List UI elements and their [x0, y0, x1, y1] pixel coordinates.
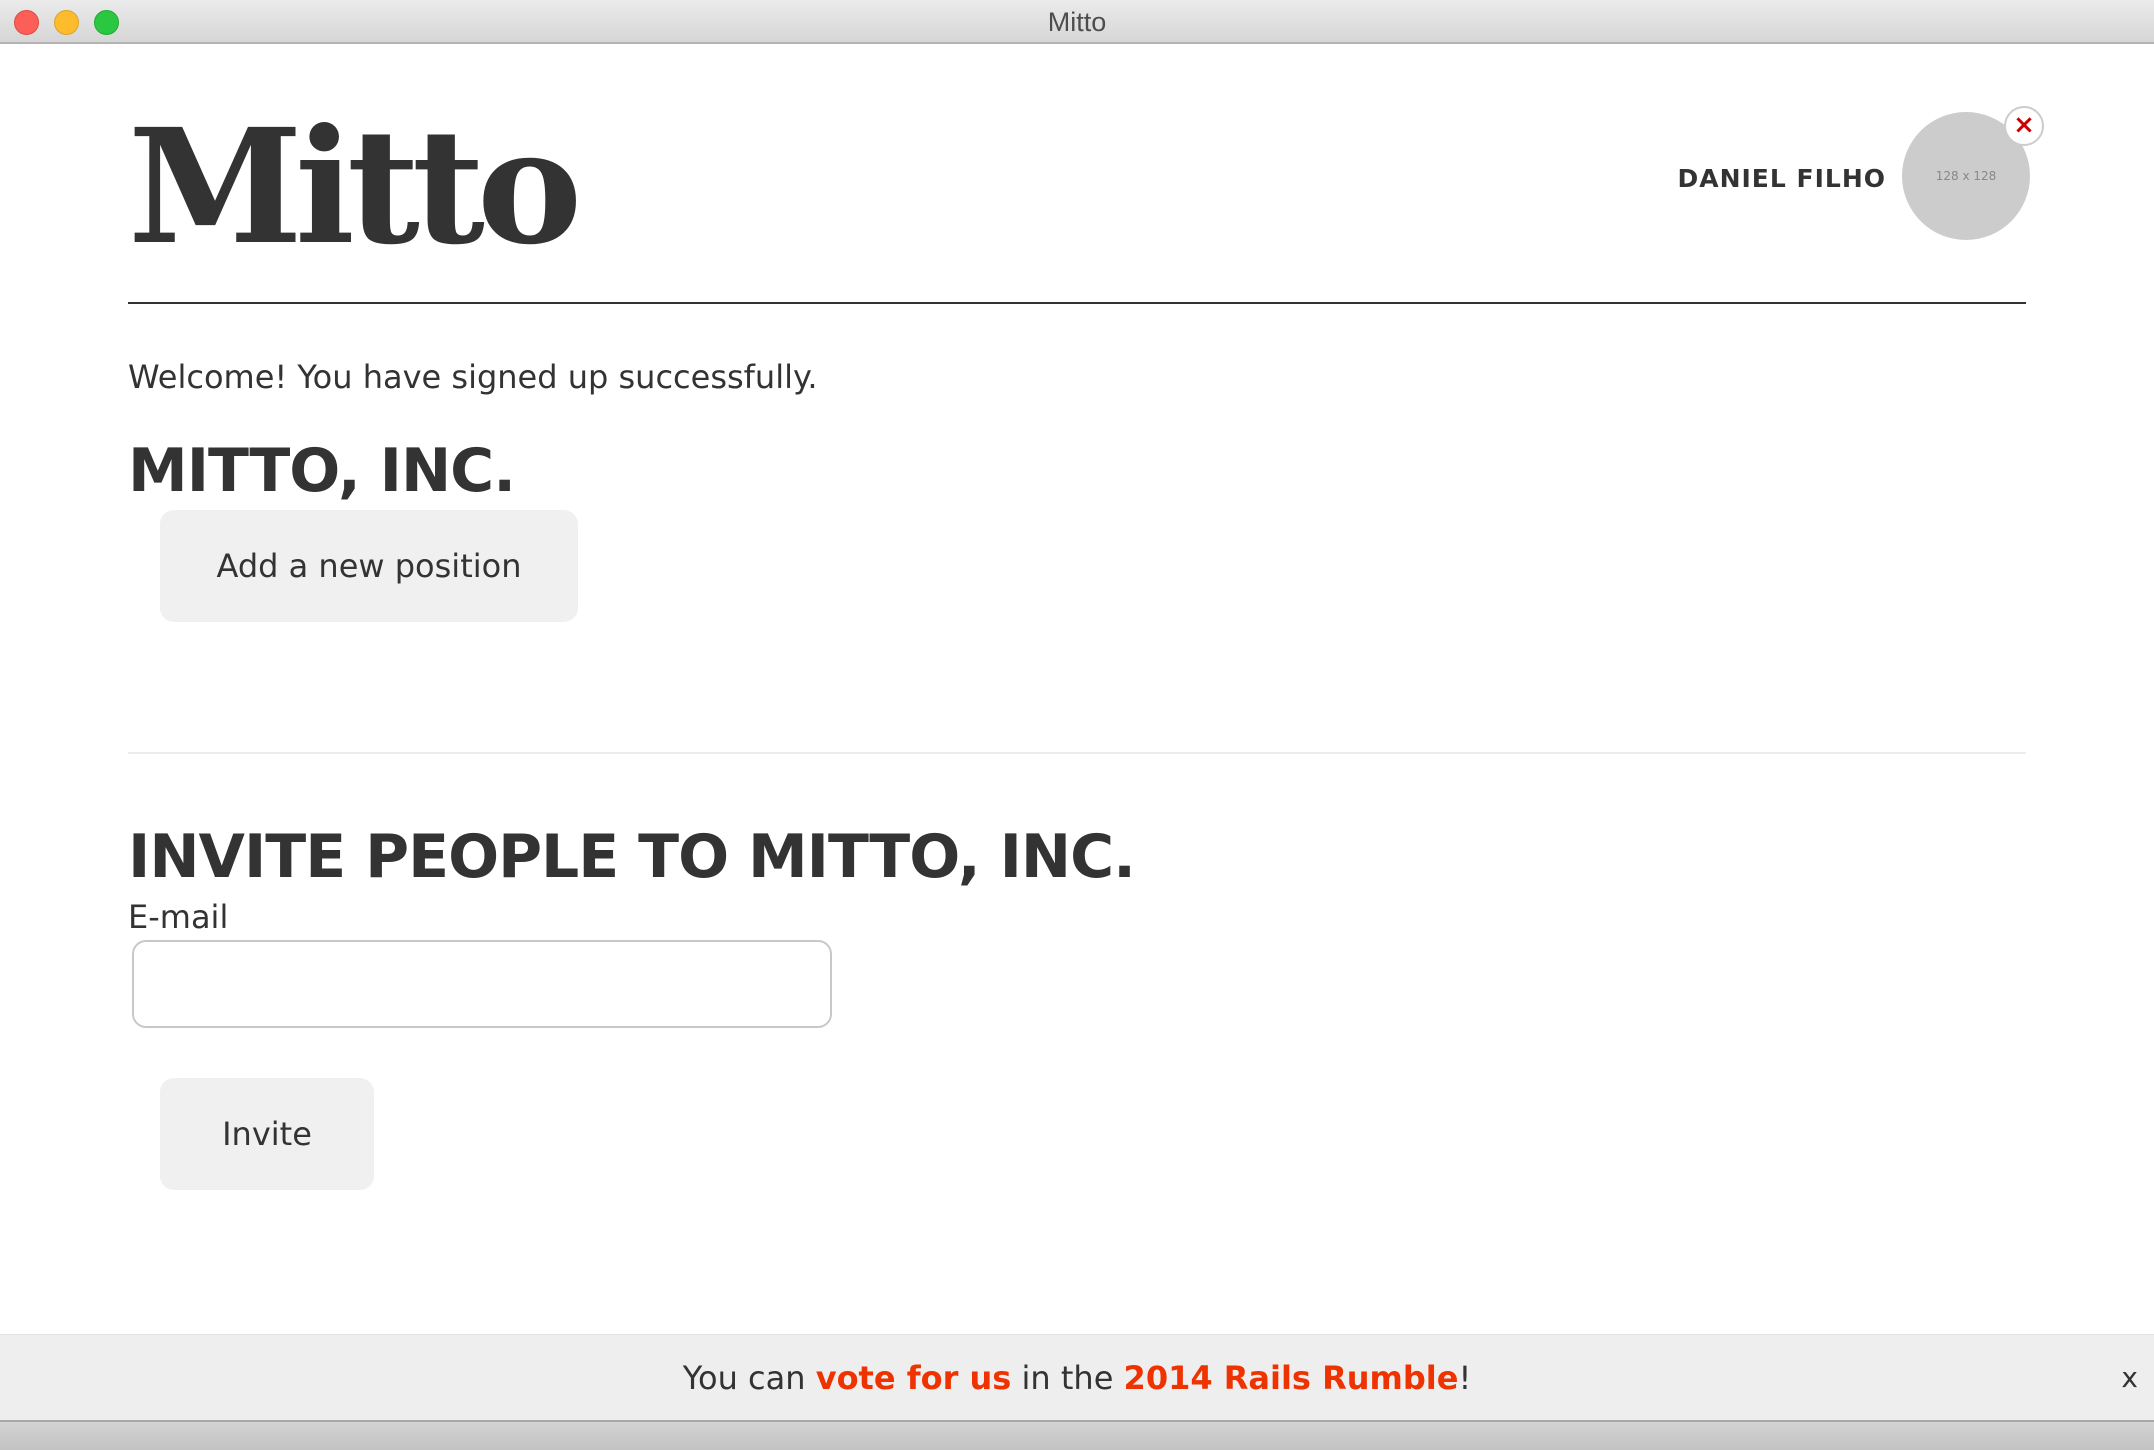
rumble-banner: You can vote for us in the 2014 Rails Ru…: [0, 1334, 2154, 1420]
add-position-button[interactable]: Add a new position: [160, 510, 578, 622]
header-divider: [128, 302, 2026, 304]
rails-rumble-link[interactable]: 2014 Rails Rumble: [1124, 1359, 1459, 1397]
flash-message: Welcome! You have signed up successfully…: [128, 358, 818, 396]
remove-avatar-button[interactable]: ×: [2004, 106, 2044, 146]
site-logo[interactable]: Mitto: [128, 98, 582, 278]
banner-text-after: !: [1458, 1359, 1472, 1397]
banner-text-middle: in the: [1011, 1359, 1124, 1397]
vote-link[interactable]: vote for us: [816, 1359, 1012, 1397]
window-title: Mitto: [1047, 7, 1107, 37]
window-bottom-bar: [0, 1420, 2154, 1450]
email-field[interactable]: [132, 940, 832, 1028]
window-titlebar: Mitto: [0, 0, 2154, 44]
section-divider: [128, 752, 2026, 754]
user-name[interactable]: DANIEL FILHO: [1677, 164, 1886, 193]
banner-text-before: You can: [682, 1359, 816, 1397]
invite-heading: INVITE PEOPLE TO MITTO, INC.: [128, 822, 1136, 892]
banner-close-button[interactable]: x: [2121, 1335, 2138, 1421]
invite-button[interactable]: Invite: [160, 1078, 374, 1190]
company-heading: MITTO, INC.: [128, 436, 516, 506]
email-label: E-mail: [128, 898, 229, 936]
